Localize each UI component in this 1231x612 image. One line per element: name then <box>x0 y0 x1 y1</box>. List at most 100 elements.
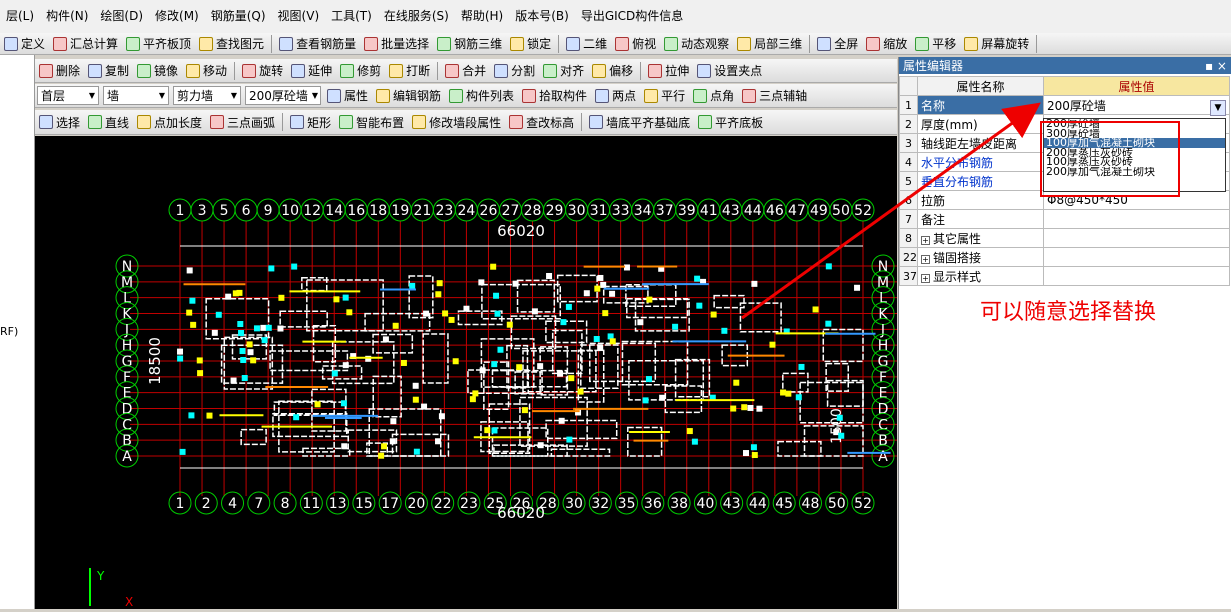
property-row[interactable]: 22 + 锚固搭接 <box>899 247 1230 267</box>
tool-icon <box>866 36 881 51</box>
menu-item[interactable]: 工具(T) <box>325 0 378 33</box>
menu-item[interactable]: 绘图(D) <box>94 0 149 33</box>
axis-label: 9 <box>264 203 273 219</box>
toolbar-separator <box>234 61 236 80</box>
floor-plan-drawing[interactable]: N NM ML LK KJ JH HG GF FE ED DC CB BA A1 3 5 6 9 10 12 14 16 1… <box>35 136 913 609</box>
column-marker <box>769 341 776 348</box>
toolbar-button[interactable]: 拉伸 <box>644 59 693 82</box>
toolbar-button[interactable]: 矩形 <box>286 110 335 134</box>
property-row[interactable]: 1 名称 200厚砼墙 <box>899 95 1230 115</box>
menu-item[interactable]: 层(L) <box>0 0 40 33</box>
column-marker <box>237 320 244 327</box>
axis-label: 6 <box>242 203 251 219</box>
property-name-label: 水平分布钢筋 <box>921 155 994 170</box>
axis-label: 44 <box>749 496 767 512</box>
property-value[interactable] <box>1043 209 1230 229</box>
toolbar-button[interactable]: 三点画弧 <box>206 110 279 134</box>
toolbar-button[interactable]: 移动 <box>182 59 231 82</box>
column-marker <box>342 362 349 369</box>
type-select[interactable]: 墙 ▼ <box>103 86 169 105</box>
toolbar-button[interactable]: 点加长度 <box>133 110 206 134</box>
toolbar-button[interactable]: 屏幕旋转 <box>960 33 1033 54</box>
property-value[interactable] <box>1043 266 1230 286</box>
property-value[interactable]: 200厚砼墙 <box>1043 95 1230 115</box>
menu-item[interactable]: 帮助(H) <box>455 0 509 33</box>
toolbar-button[interactable]: 俯视 <box>611 33 660 54</box>
toolbar-button[interactable]: 合并 <box>441 59 490 82</box>
element-select[interactable]: 200厚砼墙 ▼ <box>245 86 321 105</box>
toolbar-button[interactable]: 钢筋三维 <box>433 33 506 54</box>
toolbar-button[interactable]: 三点辅轴 <box>738 84 811 107</box>
toolbar-button[interactable]: 二维 <box>562 33 611 54</box>
expand-icon[interactable]: + <box>921 235 930 245</box>
toolbar-button[interactable]: 直线 <box>84 110 133 134</box>
drawing-canvas[interactable]: N N M M L L K K J J H H G G F F E E D D C C B B A A 1 3 5 6 9 10 12 14 16 1… <box>35 136 913 609</box>
toolbar-button[interactable]: 分割 <box>490 59 539 82</box>
toolbar-button[interactable]: 复制 <box>84 59 133 82</box>
toolbar-button[interactable]: 打断 <box>385 59 434 82</box>
name-combo-dropdown-button[interactable]: ▼ <box>1210 100 1226 116</box>
toolbar-button-label: 构件列表 <box>466 89 515 103</box>
menu-item[interactable]: 在线服务(S) <box>378 0 455 33</box>
toolbar-button[interactable]: 删除 <box>35 59 84 82</box>
toolbar-button[interactable]: 偏移 <box>588 59 637 82</box>
tool-icon <box>449 88 464 103</box>
toolbar-button[interactable]: 旋转 <box>238 59 287 82</box>
menu-item[interactable]: 版本号(B) <box>509 0 575 33</box>
menu-item[interactable]: 修改(M) <box>149 0 205 33</box>
expand-icon[interactable]: + <box>921 254 930 264</box>
axis-label: 35 <box>618 496 636 512</box>
property-row[interactable]: 37 + 显示样式 <box>899 266 1230 286</box>
toolbar-button[interactable]: 智能布置 <box>335 110 408 134</box>
toolbar-button[interactable]: 编辑钢筋 <box>372 84 445 107</box>
toolbar-button[interactable]: 查改标高 <box>505 110 578 134</box>
column-marker <box>490 263 497 270</box>
toolbar-button[interactable]: 汇总计算 <box>49 33 122 54</box>
panel-pin-close-icon[interactable]: ▪ × <box>1205 59 1227 73</box>
floor-select[interactable]: 首层 ▼ <box>37 86 99 105</box>
toolbar-button[interactable]: 全屏 <box>813 33 862 54</box>
subtype-select[interactable]: 剪力墙 ▼ <box>173 86 241 105</box>
toolbar-button[interactable]: 构件列表 <box>445 84 518 107</box>
toolbar-button[interactable]: 镜像 <box>133 59 182 82</box>
toolbar-button[interactable]: 定义 <box>0 33 49 54</box>
expand-icon[interactable]: + <box>921 273 930 283</box>
column-marker <box>531 308 538 315</box>
toolbar-button[interactable]: 平移 <box>911 33 960 54</box>
toolbar-button[interactable]: 拾取构件 <box>518 84 591 107</box>
toolbar-button[interactable]: 属性 <box>323 84 372 107</box>
toolbar-button[interactable]: 点角 <box>689 84 738 107</box>
menu-item[interactable]: 构件(N) <box>40 0 94 33</box>
menu-item[interactable]: 钢筋量(Q) <box>205 0 272 33</box>
toolbar-button[interactable]: 缩放 <box>862 33 911 54</box>
menu-item[interactable]: 导出GICD构件信息 <box>575 0 689 33</box>
toolbar-button[interactable]: 两点 <box>591 84 640 107</box>
property-value[interactable] <box>1043 247 1230 267</box>
toolbar-button[interactable]: 平齐底板 <box>694 110 767 134</box>
column-header-value: 属性值 <box>1043 76 1230 96</box>
toolbar-button[interactable]: 平行 <box>640 84 689 107</box>
column-marker <box>246 341 253 348</box>
property-row[interactable]: 8 + 其它属性 <box>899 228 1230 248</box>
toolbar-button-label: 镜像 <box>154 64 179 78</box>
toolbar-button[interactable]: 设置夹点 <box>693 59 766 82</box>
toolbar-button[interactable]: 批量选择 <box>360 33 433 54</box>
toolbar-button[interactable]: 墙底平齐基础底 <box>585 110 694 134</box>
toolbar-button[interactable]: 局部三维 <box>733 33 806 54</box>
toolbar-button[interactable]: 查看钢筋量 <box>275 33 360 54</box>
toolbar-button[interactable]: 修改墙段属性 <box>408 110 505 134</box>
toolbar-button[interactable]: 修剪 <box>336 59 385 82</box>
toolbar-button[interactable]: 选择 <box>35 110 84 134</box>
toolbar-button[interactable]: 对齐 <box>539 59 588 82</box>
toolbar-button[interactable]: 动态观察 <box>660 33 733 54</box>
toolbar-button[interactable]: 延伸 <box>287 59 336 82</box>
tool-icon <box>509 115 524 129</box>
property-row[interactable]: 7 备注 <box>899 209 1230 229</box>
property-value[interactable] <box>1043 228 1230 248</box>
toolbar-button[interactable]: 锁定 <box>506 33 555 54</box>
tool-icon <box>39 63 53 78</box>
toolbar-button[interactable]: 平齐板顶 <box>122 33 195 54</box>
toolbar-separator <box>271 34 273 53</box>
toolbar-button[interactable]: 查找图元 <box>195 33 268 54</box>
menu-item[interactable]: 视图(V) <box>272 0 326 33</box>
